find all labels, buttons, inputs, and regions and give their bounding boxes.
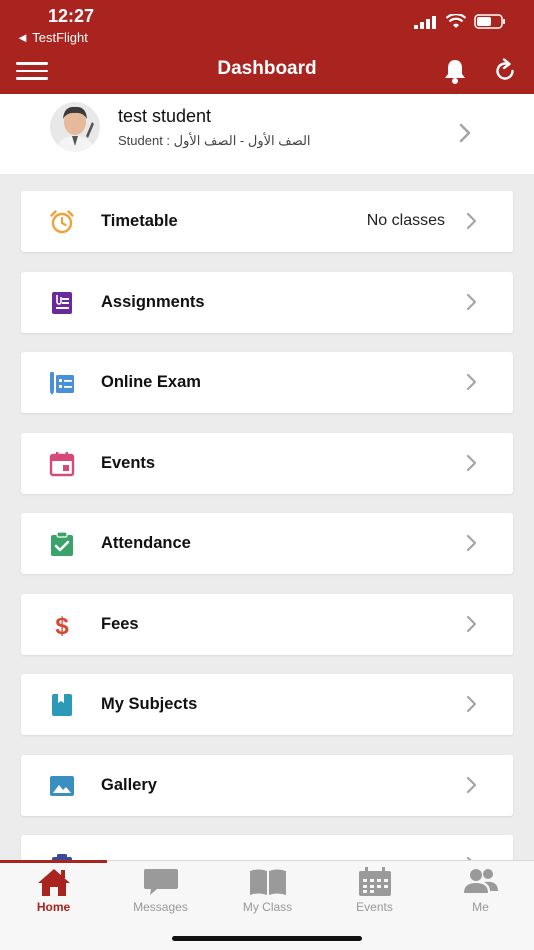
chevron-right-icon: [466, 776, 477, 793]
timetable-status: No classes: [366, 212, 445, 229]
menu-item-label: Gallery: [101, 775, 157, 794]
bell-icon[interactable]: [440, 56, 470, 86]
tab-label: Me: [472, 900, 489, 914]
active-tab-indicator: [0, 860, 107, 863]
chevron-right-icon: [466, 534, 477, 552]
wifi-icon: [446, 14, 466, 28]
menu-item-label: Assignments: [101, 292, 205, 311]
chevron-right-icon: [466, 293, 477, 310]
events-icon: [358, 867, 391, 896]
svg-text:$: $: [55, 613, 69, 638]
menu-item-events[interactable]: Events: [21, 432, 513, 494]
menu-item-online-exam[interactable]: Online Exam: [21, 352, 513, 413]
tab-label: Events: [356, 900, 393, 914]
menu-item-label: Attendance: [101, 534, 191, 552]
menu-item-label: Events: [101, 453, 156, 472]
signal-icon: [414, 15, 436, 29]
menu-item-label: My Subjects: [101, 695, 198, 713]
chevron-right-icon: [466, 454, 477, 471]
gallery-icon: [50, 775, 74, 796]
attendance-icon: [51, 531, 73, 556]
menu-item-label: Fees: [101, 614, 139, 633]
dashboard-menu: Timetable No classes Assignments Online …: [21, 191, 513, 885]
profile-card[interactable]: test student Student : الصف الأول - الصف…: [0, 94, 534, 174]
chevron-right-icon: [459, 123, 471, 143]
menu-item-fees[interactable]: $ Fees: [21, 593, 513, 655]
me-icon: [463, 869, 498, 893]
my-class-icon: [249, 869, 286, 895]
tab-label: Home: [36, 900, 71, 914]
chevron-right-icon: [466, 695, 477, 713]
dollar-icon: $: [55, 613, 69, 638]
menu-item-attendance[interactable]: Attendance: [21, 513, 513, 574]
book-icon: [52, 694, 72, 716]
status-time: 12:27: [48, 6, 95, 26]
online-exam-icon: [50, 372, 74, 395]
refresh-icon[interactable]: [490, 56, 520, 86]
chevron-right-icon: [466, 373, 477, 391]
messages-icon: [143, 869, 178, 895]
tab-label: Messages: [133, 900, 188, 914]
status-bar: 12:27 ◄ TestFlight: [0, 0, 534, 46]
tab-messages[interactable]: Messages: [107, 867, 214, 919]
battery-icon: [474, 14, 505, 29]
avatar: [50, 102, 100, 152]
assignment-icon: [52, 291, 72, 314]
chevron-right-icon: [466, 615, 477, 632]
menu-item-my-subjects[interactable]: My Subjects: [21, 674, 513, 735]
status-indicators: [414, 14, 506, 29]
menu-item-assignments[interactable]: Assignments: [21, 271, 513, 333]
home-icon: [37, 869, 70, 896]
profile-name: test student: [118, 106, 212, 126]
profile-role: Student : الصف الأول - الصف الأول: [118, 133, 311, 148]
tab-home[interactable]: Home: [0, 867, 107, 919]
menu-item-timetable[interactable]: Timetable No classes: [21, 191, 513, 252]
menu-item-label: Timetable: [101, 212, 178, 230]
menu-item-gallery[interactable]: Gallery: [21, 754, 513, 816]
alarm-clock-icon: [50, 210, 74, 234]
tab-label: My Class: [242, 900, 293, 914]
tab-events[interactable]: Events: [321, 867, 428, 919]
testflight-back-link[interactable]: ◄ TestFlight: [16, 30, 88, 45]
chevron-right-icon: [466, 212, 477, 230]
tab-me[interactable]: Me: [427, 867, 534, 919]
student-avatar-icon: [50, 102, 100, 152]
tab-my-class[interactable]: My Class: [214, 867, 321, 919]
menu-item-label: Online Exam: [101, 373, 201, 391]
calendar-icon: [49, 451, 75, 476]
nav-bar: Dashboard: [0, 46, 534, 94]
home-indicator: [172, 936, 362, 941]
